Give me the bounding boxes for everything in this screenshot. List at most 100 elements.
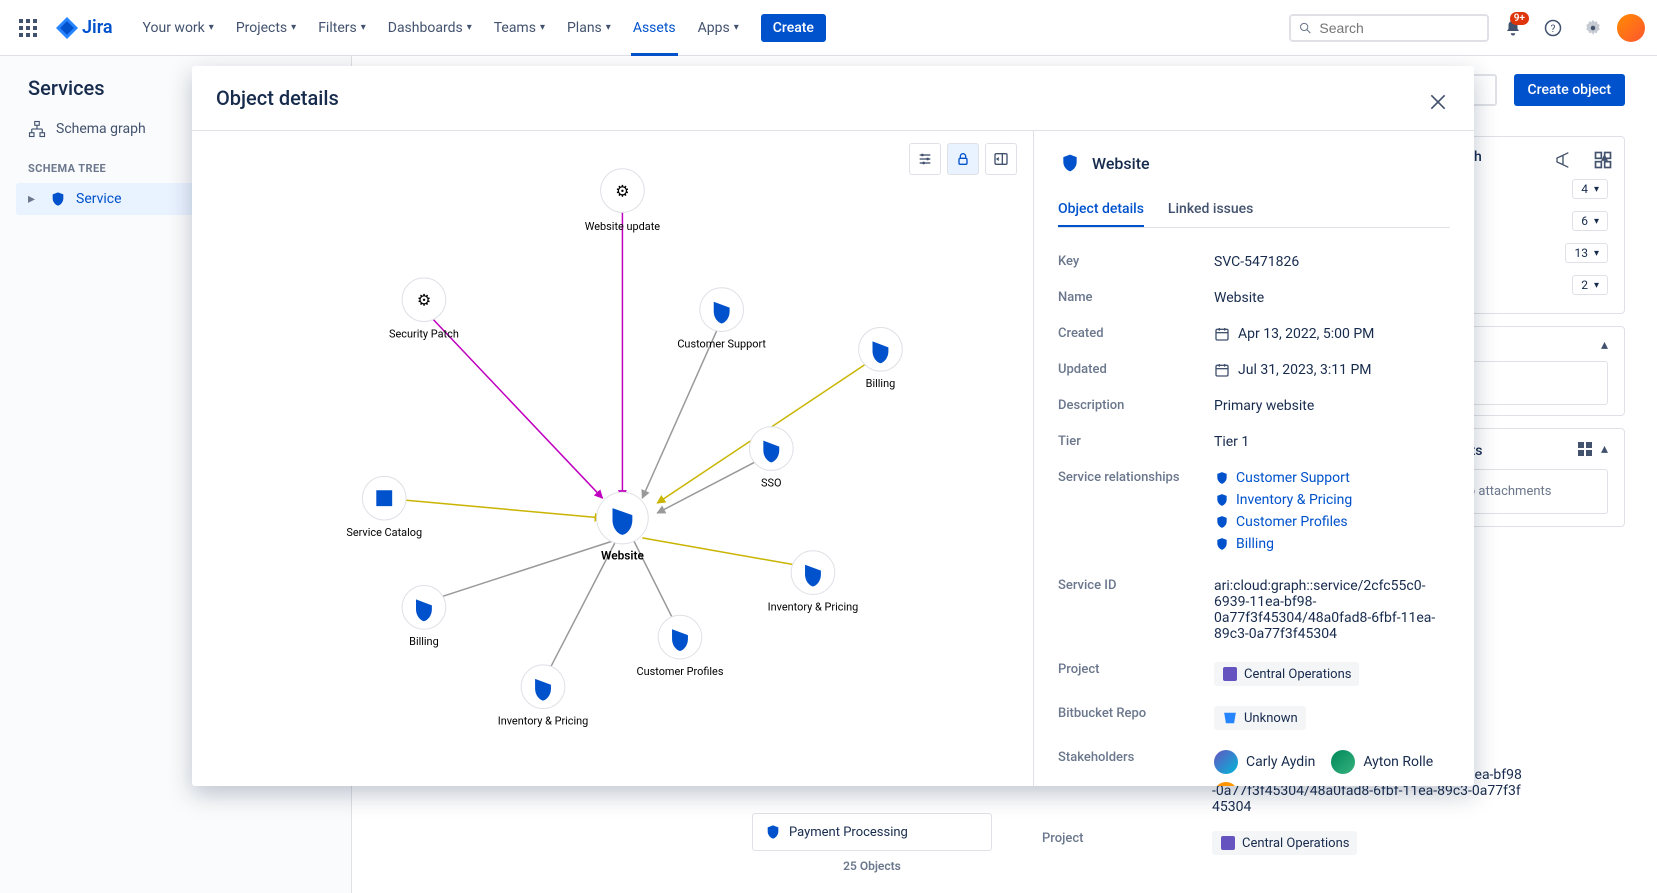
- graph-pane[interactable]: ⚙ Website update ⚙ Security Patch Custom…: [192, 131, 1034, 786]
- relationship-link[interactable]: Inventory & Pricing: [1214, 492, 1450, 508]
- gear-icon: [1584, 19, 1602, 37]
- value-key: SVC-5471826: [1214, 254, 1450, 270]
- search-input[interactable]: [1319, 20, 1479, 36]
- chevron-down-icon: ▾: [291, 22, 296, 33]
- object-details-modal: Object details: [192, 66, 1474, 786]
- svg-text:⚙: ⚙: [615, 182, 629, 201]
- stakeholder-person[interactable]: Ayton Rolle: [1331, 750, 1433, 774]
- graph-sidebar-toggle[interactable]: [985, 143, 1017, 175]
- tab-linked-issues[interactable]: Linked issues: [1168, 193, 1253, 227]
- project-chip[interactable]: Central Operations: [1214, 662, 1359, 686]
- bg-row4-count[interactable]: 2▾: [1572, 275, 1608, 295]
- label-updated: Updated: [1058, 362, 1214, 377]
- nav-projects[interactable]: Projects▾: [226, 12, 306, 44]
- value-relationships: Customer Support Inventory & Pricing Cus…: [1214, 470, 1450, 558]
- calendar-icon: [1214, 326, 1230, 342]
- stakeholder-person[interactable]: Carly Aydin: [1214, 750, 1315, 774]
- avatar: [1331, 750, 1355, 774]
- label-description: Description: [1058, 398, 1214, 413]
- help-button[interactable]: ?: [1537, 12, 1569, 44]
- graph-node-customer-profiles[interactable]: Customer Profiles: [637, 615, 724, 678]
- nav-apps[interactable]: Apps▾: [688, 12, 749, 44]
- collapse-icon[interactable]: ▴: [1601, 441, 1608, 461]
- bg-row2-count[interactable]: 6▾: [1572, 211, 1608, 231]
- svg-text:Security Patch: Security Patch: [389, 327, 459, 340]
- tab-object-details[interactable]: Object details: [1058, 193, 1144, 227]
- nav-links: Your work▾ Projects▾ Filters▾ Dashboards…: [133, 12, 749, 44]
- bg-row1-count[interactable]: 4▾: [1572, 179, 1608, 199]
- value-service-id: ari:cloud:graph::service/2cfc55c0-6939-1…: [1214, 578, 1450, 642]
- graph-node-website-center[interactable]: Website: [597, 492, 649, 562]
- nav-dashboards[interactable]: Dashboards▾: [378, 12, 482, 44]
- create-object-button[interactable]: Create object: [1514, 74, 1625, 106]
- nav-your-work[interactable]: Your work▾: [133, 12, 224, 44]
- jira-logo[interactable]: Jira: [48, 17, 121, 39]
- nav-right: 9+ ?: [1289, 12, 1645, 44]
- notifications-button[interactable]: 9+: [1497, 12, 1529, 44]
- graph-node-service-catalog[interactable]: Service Catalog: [346, 476, 422, 539]
- object-header-name: Website: [1092, 154, 1150, 173]
- graph-node-security-patch[interactable]: ⚙ Security Patch: [389, 278, 459, 341]
- grid-view-icon[interactable]: [1577, 441, 1593, 461]
- nav-assets[interactable]: Assets: [623, 12, 686, 44]
- label-project: Project: [1058, 662, 1214, 677]
- search-icon: [1299, 21, 1311, 35]
- svg-text:SSO: SSO: [761, 476, 781, 489]
- chevron-down-icon: ▾: [734, 22, 739, 33]
- label-stakeholders: Stakeholders: [1058, 750, 1214, 765]
- graph-node-sso[interactable]: SSO: [749, 427, 793, 490]
- expand-graph-button[interactable]: [1589, 146, 1617, 174]
- modal-title: Object details: [192, 66, 1474, 130]
- svg-text:⚙: ⚙: [417, 291, 431, 310]
- value-name: Website: [1214, 290, 1450, 306]
- sliders-icon: [917, 151, 933, 167]
- close-icon: [1428, 92, 1448, 112]
- graph-node-website-update[interactable]: ⚙ Website update: [585, 169, 661, 234]
- graph-filter-button[interactable]: [909, 143, 941, 175]
- page-action-icons: [1551, 146, 1617, 174]
- modal-close-button[interactable]: [1422, 86, 1454, 118]
- nav-filters[interactable]: Filters▾: [308, 12, 376, 44]
- graph-node-inventory-bottom[interactable]: Inventory & Pricing: [498, 665, 589, 728]
- bg-row3-count[interactable]: 13▾: [1565, 243, 1608, 263]
- svg-text:Customer Support: Customer Support: [677, 337, 766, 350]
- graph-tree-icon: [28, 120, 46, 138]
- graph-lock-button[interactable]: [947, 143, 979, 175]
- value-stakeholders: Carly Aydin Ayton Rolle Sandeep Varma: [1214, 750, 1450, 786]
- graph-node-billing-left[interactable]: Billing: [402, 586, 446, 649]
- graph-node-billing-top[interactable]: Billing: [859, 328, 903, 391]
- app-switcher-icon[interactable]: [12, 12, 44, 44]
- graph-node-inventory-right[interactable]: Inventory & Pricing: [768, 551, 859, 614]
- bg-list-item-payment[interactable]: Payment Processing: [752, 813, 992, 851]
- collapse-icon[interactable]: ▴: [1601, 337, 1608, 353]
- bg-project-label: Project: [1042, 831, 1212, 855]
- details-pane: Website Object details Linked issues Key…: [1034, 131, 1474, 786]
- nav-teams[interactable]: Teams▾: [484, 12, 555, 44]
- bitbucket-chip[interactable]: Unknown: [1214, 706, 1306, 730]
- stakeholder-person[interactable]: Sandeep Varma: [1214, 782, 1345, 786]
- user-avatar[interactable]: [1617, 14, 1645, 42]
- value-project: Central Operations: [1214, 662, 1450, 686]
- relationship-graph[interactable]: ⚙ Website update ⚙ Security Patch Custom…: [192, 131, 1033, 786]
- panel-right-icon: [993, 151, 1009, 167]
- shield-icon: [1058, 151, 1082, 175]
- feedback-icon[interactable]: [1551, 146, 1579, 174]
- avatar: [1214, 782, 1238, 786]
- value-tier: Tier 1: [1214, 434, 1450, 450]
- relationship-link[interactable]: Billing: [1214, 536, 1450, 552]
- shield-icon: [1214, 536, 1230, 552]
- project-icon: [1220, 835, 1236, 851]
- svg-text:Website update: Website update: [585, 220, 661, 233]
- settings-button[interactable]: [1577, 12, 1609, 44]
- svg-text:Service Catalog: Service Catalog: [346, 526, 422, 539]
- label-service-id: Service ID: [1058, 578, 1214, 593]
- create-button[interactable]: Create: [761, 14, 826, 42]
- relationship-link[interactable]: Customer Support: [1214, 470, 1450, 486]
- graph-node-customer-support[interactable]: Customer Support: [677, 288, 766, 351]
- project-icon: [1222, 666, 1238, 682]
- bg-object-list: Payment Processing 25 Objects: [752, 813, 992, 873]
- relationship-link[interactable]: Customer Profiles: [1214, 514, 1450, 530]
- nav-plans[interactable]: Plans▾: [557, 12, 621, 44]
- svg-text:Billing: Billing: [866, 377, 896, 390]
- global-search[interactable]: [1289, 14, 1489, 42]
